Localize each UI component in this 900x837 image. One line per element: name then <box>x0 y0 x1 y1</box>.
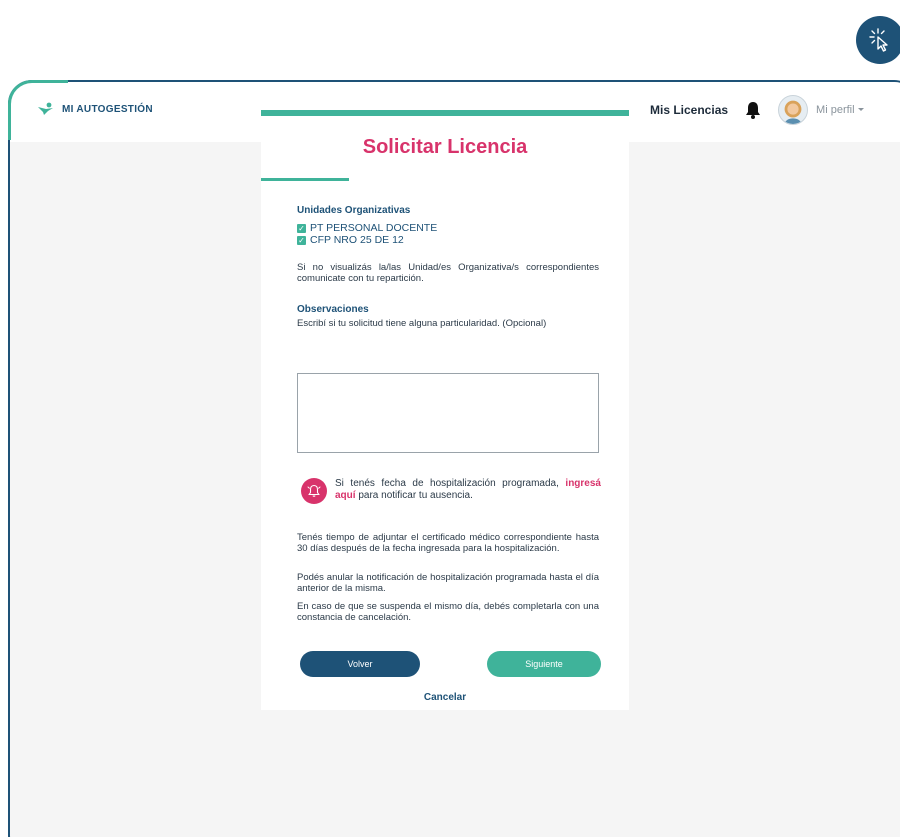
unit-name: PT PERSONAL DOCENTE <box>310 222 438 234</box>
license-form-card: Solicitar Licencia Unidades Organizativa… <box>261 110 629 710</box>
brand-name: MI AUTOGESTIÓN <box>62 103 153 115</box>
checkbox-checked-icon: ✓ <box>297 235 306 245</box>
next-button[interactable]: Siguiente <box>487 651 601 677</box>
observations-hint: Escribí si tu solicitud tiene alguna par… <box>297 318 547 329</box>
observations-label: Observaciones <box>297 304 369 315</box>
info-cancel-notice: Podés anular la notificación de hospital… <box>297 572 599 594</box>
profile-menu[interactable]: Mi perfil <box>816 104 865 116</box>
frame-accent <box>8 80 68 140</box>
cancel-link[interactable]: Cancelar <box>261 692 629 703</box>
hospitalization-text-before: Si tenés fecha de hospitalización progra… <box>335 478 559 489</box>
checkbox-checked-icon: ✓ <box>297 223 306 233</box>
bell-icon[interactable] <box>744 100 762 120</box>
info-suspension: En caso de que se suspenda el mismo día,… <box>297 601 599 623</box>
alarm-bell-icon <box>301 478 327 504</box>
units-note: Si no visualizás la/las Unidad/es Organi… <box>297 262 599 284</box>
avatar[interactable] <box>778 95 809 125</box>
caret-down-icon <box>857 108 864 111</box>
info-certificate: Tenés tiempo de adjuntar el certificado … <box>297 532 599 554</box>
nav-right: Mis Licencias Mi perfil <box>650 92 865 128</box>
title-underline <box>261 178 349 181</box>
back-button[interactable]: Volver <box>300 651 420 677</box>
page-title: Solicitar Licencia <box>362 136 528 158</box>
profile-label: Mi perfil <box>816 104 855 116</box>
unit-item: ✓ PT PERSONAL DOCENTE <box>297 222 437 234</box>
units-label: Unidades Organizativas <box>297 205 411 216</box>
unit-item: ✓ CFP NRO 25 DE 12 <box>297 234 404 246</box>
hospitalization-notice: Si tenés fecha de hospitalización progra… <box>301 478 601 504</box>
hospitalization-text-after: para notificar tu ausencia. <box>358 490 473 501</box>
cursor-click-icon <box>856 16 900 64</box>
nav-my-licenses[interactable]: Mis Licencias <box>650 103 728 117</box>
unit-name: CFP NRO 25 DE 12 <box>310 234 404 246</box>
hospitalization-text: Si tenés fecha de hospitalización progra… <box>335 478 601 502</box>
observations-textarea[interactable] <box>297 373 599 453</box>
